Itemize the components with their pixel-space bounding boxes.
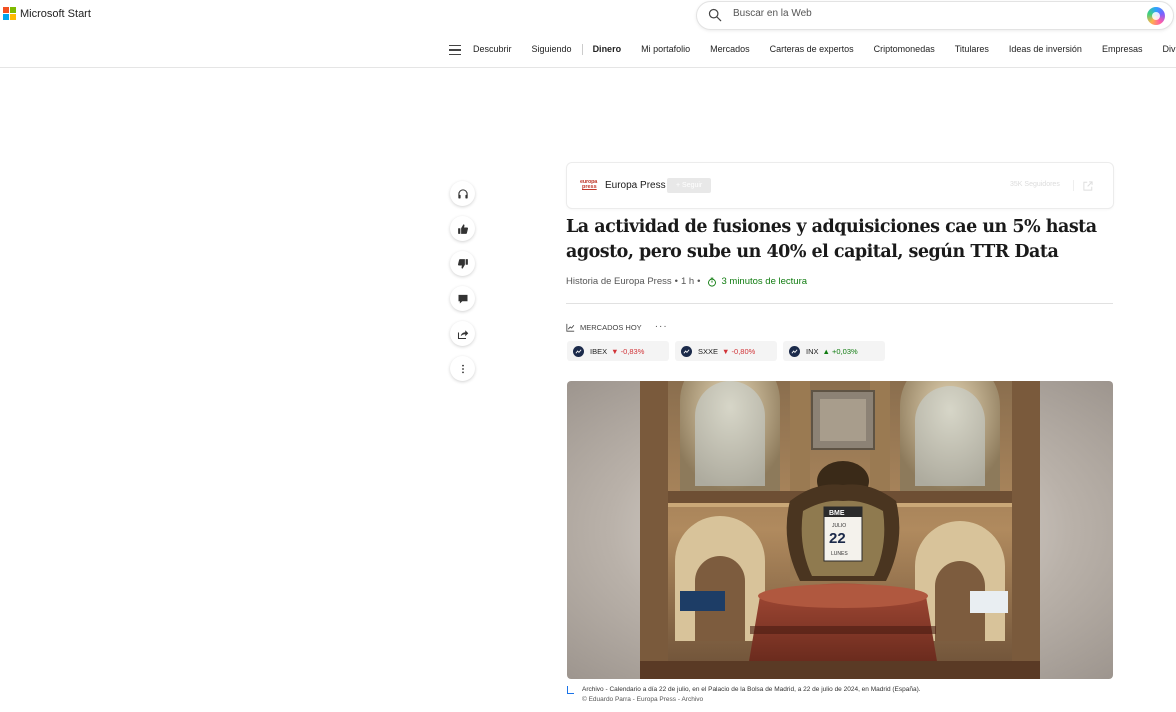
markets-header: MERCADOS HOY ··· [566, 321, 668, 332]
divider [566, 303, 1113, 304]
search-input[interactable] [733, 8, 1113, 19]
chart-trend-icon [566, 323, 575, 332]
bolsa-madrid-photo: BME JULIO 22 LUNES [640, 381, 1040, 679]
article-title: La actividad de fusiones y adquisiciones… [566, 217, 1097, 262]
publisher-card: europa press Europa Press + Seguir 35K S… [566, 162, 1114, 209]
index-icon [789, 345, 800, 357]
publisher-name[interactable]: Europa Press [605, 180, 666, 191]
ticker-change: ▼ -0,80% [722, 346, 756, 356]
ticker-change: ▼ -0,83% [611, 346, 645, 356]
ticker-inx[interactable]: INX ▲ +0,03% [783, 341, 885, 361]
thumbs-down-icon [457, 258, 468, 269]
listen-button[interactable] [450, 181, 475, 206]
nav-item-descubrir[interactable]: Descubrir [473, 44, 512, 54]
nav-item-carteras-de-expertos[interactable]: Carteras de expertos [770, 44, 854, 54]
search-box[interactable] [696, 1, 1174, 30]
ticker-change: ▲ +0,03% [822, 346, 858, 356]
article-meta: Historia de Europa Press • 1 h • 3 minut… [566, 276, 808, 287]
publisher-divider [1073, 180, 1074, 191]
calendar-weekday: LUNES [831, 551, 848, 557]
article-time: 1 h [680, 276, 695, 287]
read-time: 3 minutos de lectura [707, 276, 807, 287]
nav-item-divisas[interactable]: Divisas [1162, 44, 1176, 54]
nav-item-empresas[interactable]: Empresas [1102, 44, 1143, 54]
index-icon [573, 345, 584, 357]
nav-item-mercados[interactable]: Mercados [710, 44, 750, 54]
article-action-rail [450, 181, 476, 391]
nav-item-siguiendo[interactable]: Siguiendo [532, 44, 572, 54]
index-icon [681, 345, 692, 357]
brand-name: Microsoft Start [20, 7, 91, 20]
hamburger-menu-icon[interactable] [449, 45, 461, 55]
caption-marker-icon [567, 686, 574, 694]
stopwatch-icon [708, 277, 717, 287]
ticker-ibex[interactable]: IBEX ▼ -0,83% [567, 341, 669, 361]
europa-press-logo[interactable]: europa press [580, 179, 600, 192]
ticker-symbol: SXXE [698, 346, 719, 356]
nav-item-dinero[interactable]: Dinero [593, 44, 622, 54]
article-hero-image[interactable]: BME JULIO 22 LUNES [567, 381, 1113, 679]
microsoft-logo-icon [3, 7, 16, 20]
markets-heading: MERCADOS HOY [580, 323, 642, 332]
read-time-label: 3 minutos de lectura [721, 276, 808, 287]
headphones-icon [457, 188, 468, 198]
dislike-button[interactable] [450, 251, 475, 276]
thumbs-up-icon [457, 223, 468, 234]
share-icon [457, 329, 468, 339]
ticker-symbol: IBEX [590, 346, 608, 356]
calendar-day: 22 [829, 530, 846, 547]
image-caption: Archivo - Calendario a día 22 de julio, … [567, 685, 921, 705]
nav-item-mi-portafolio[interactable]: Mi portafolio [641, 44, 690, 54]
share-button[interactable] [450, 321, 475, 346]
copilot-icon[interactable] [1147, 7, 1165, 25]
comment-icon [458, 294, 467, 303]
markets-more-icon[interactable]: ··· [655, 321, 668, 332]
nav-item-criptomonedas[interactable]: Criptomonedas [874, 44, 935, 54]
nav-divider [581, 43, 583, 55]
ticker-list: IBEX ▼ -0,83% SXXE ▼ -0,80% INX ▲ +0,03% [567, 341, 885, 361]
calendar-month: JULIO [832, 523, 846, 529]
search-icon[interactable] [708, 8, 722, 22]
more-options-button[interactable] [450, 356, 475, 381]
follow-button[interactable]: + Seguir [667, 178, 712, 193]
caption-credit: © Eduardo Parra - Europa Press - Archivo [582, 696, 704, 703]
nav-bar: Descubrir Siguiendo Dinero Mi portafolio… [0, 30, 1176, 68]
more-vertical-icon [461, 364, 464, 373]
ticker-sxxe[interactable]: SXXE ▼ -0,80% [675, 341, 777, 361]
nav-item-titulares[interactable]: Titulares [955, 44, 989, 54]
brand-link[interactable]: Microsoft Start [3, 7, 91, 20]
caption-text: Archivo - Calendario a día 22 de julio, … [582, 686, 921, 693]
followers-count: 35K Seguidores [1010, 181, 1060, 188]
calendar-sign: BME [829, 510, 845, 517]
top-bar: Microsoft Start [0, 0, 1176, 30]
ticker-symbol: INX [806, 346, 819, 356]
nav-item-ideas-de-inversion[interactable]: Ideas de inversión [1009, 44, 1082, 54]
comment-button[interactable] [450, 286, 475, 311]
article-source[interactable]: Historia de Europa Press [566, 276, 672, 287]
like-button[interactable] [450, 216, 475, 241]
external-link-icon[interactable] [1082, 180, 1094, 192]
